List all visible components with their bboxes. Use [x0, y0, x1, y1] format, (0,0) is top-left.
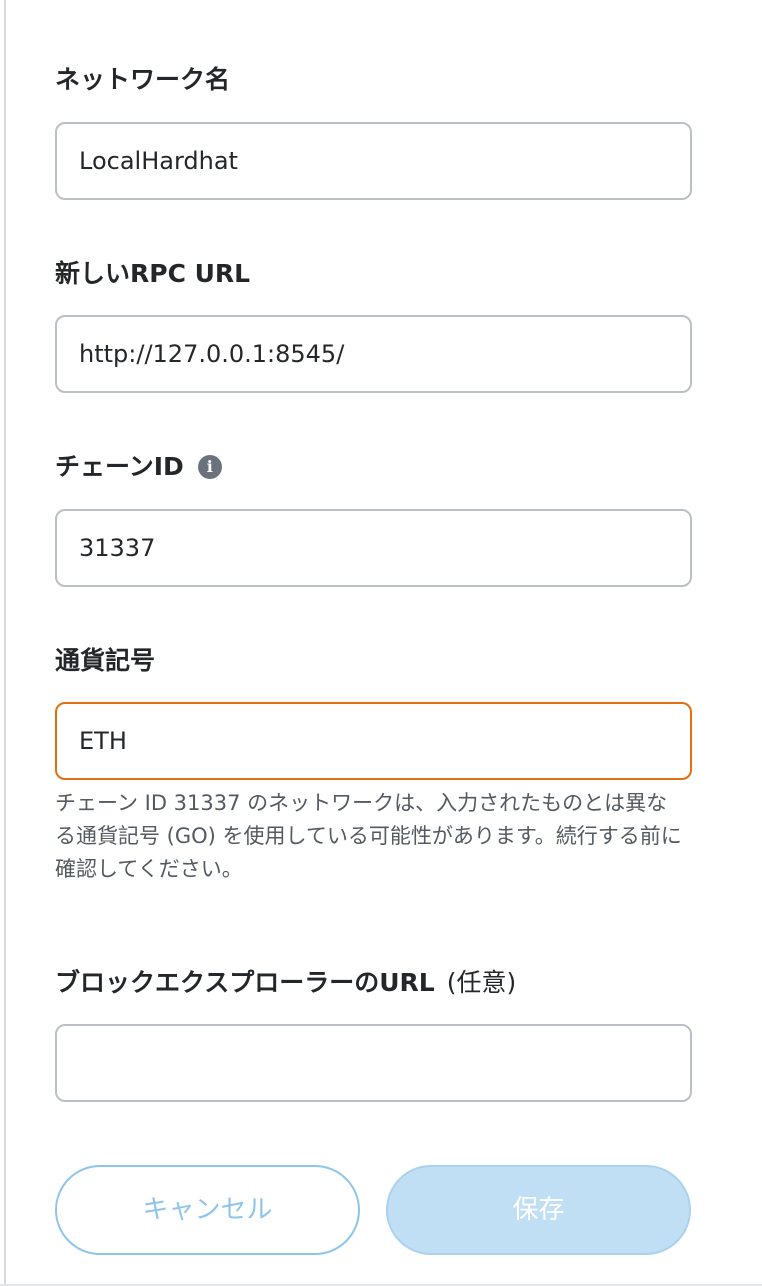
- currency-symbol-input[interactable]: [55, 702, 692, 780]
- chain-id-label-text: チェーンID: [55, 452, 184, 481]
- optional-tag: (任意): [446, 968, 517, 997]
- chain-id-label: チェーンID i: [55, 451, 222, 483]
- currency-symbol-label: 通貨記号: [55, 645, 155, 677]
- rpc-url-label-text: 新しいRPC URL: [55, 259, 251, 288]
- save-button[interactable]: 保存: [386, 1165, 691, 1255]
- chain-id-input[interactable]: [55, 509, 692, 587]
- block-explorer-label-text: ブロックエクスプローラーのURL: [55, 968, 435, 997]
- left-border: [0, 0, 6, 1286]
- rpc-url-label: 新しいRPC URL: [55, 258, 250, 290]
- cancel-button[interactable]: キャンセル: [55, 1165, 360, 1255]
- rpc-url-input[interactable]: [55, 315, 692, 393]
- currency-symbol-label-text: 通貨記号: [55, 646, 156, 675]
- network-name-input[interactable]: [55, 122, 692, 200]
- info-icon[interactable]: i: [197, 455, 222, 479]
- network-name-label-text: ネットワーク名: [55, 65, 231, 94]
- network-name-label: ネットワーク名: [55, 64, 230, 96]
- currency-symbol-warning: チェーン ID 31337 のネットワークは、入力されたものとは異なる通貨記号 …: [55, 791, 682, 881]
- block-explorer-label: ブロックエクスプローラーのURL (任意): [55, 967, 516, 999]
- block-explorer-input[interactable]: [55, 1024, 692, 1102]
